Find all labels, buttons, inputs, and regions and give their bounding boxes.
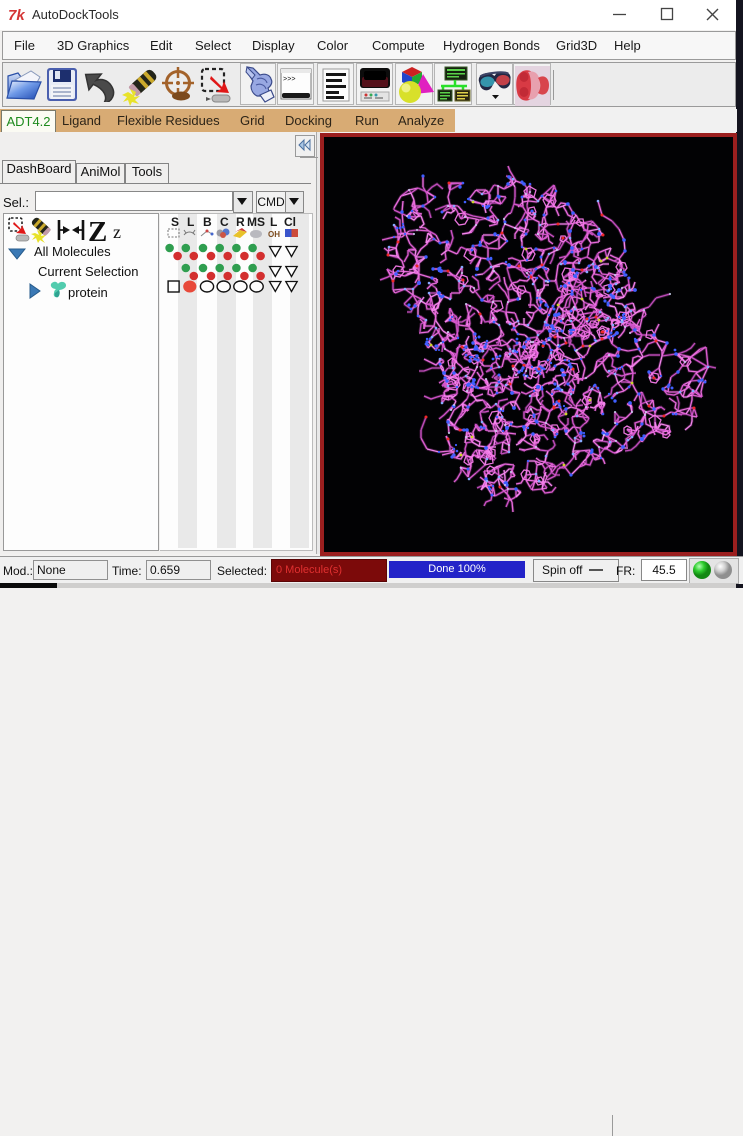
svg-text:z: z [113,222,121,242]
svg-text:OH: OH [268,230,280,239]
svg-text:>>>: >>> [283,76,296,84]
svg-text:Z: Z [88,216,107,245]
svg-text:7k: 7k [8,7,25,23]
